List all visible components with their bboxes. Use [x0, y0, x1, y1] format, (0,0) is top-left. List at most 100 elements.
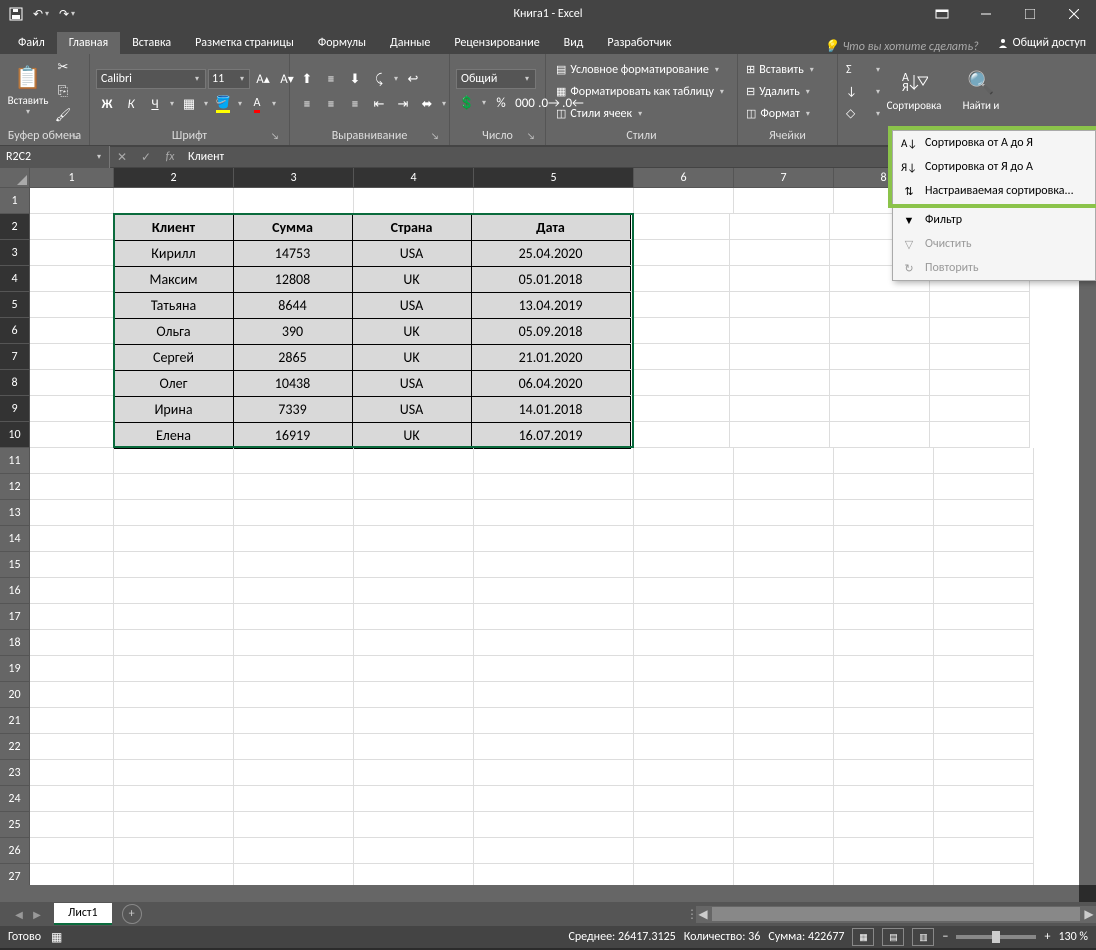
row-header[interactable]: 25: [0, 812, 30, 838]
cell[interactable]: [114, 708, 234, 734]
cell[interactable]: [114, 448, 234, 474]
format-cells-button[interactable]: ◫ Формат ▾: [744, 104, 814, 124]
cell[interactable]: 10438: [233, 370, 353, 397]
cell[interactable]: USA: [352, 396, 472, 423]
conditional-formatting-button[interactable]: ▤ Условное форматирование ▾: [552, 60, 725, 80]
cell[interactable]: [30, 630, 114, 656]
cell[interactable]: [934, 500, 1034, 526]
cell[interactable]: [834, 474, 934, 500]
row-header[interactable]: 16: [0, 578, 30, 604]
cell[interactable]: 16919: [233, 422, 353, 449]
cell[interactable]: [834, 630, 934, 656]
cell[interactable]: [114, 604, 234, 630]
cell[interactable]: 390: [233, 318, 353, 345]
number-format-selector[interactable]: Общий▾: [456, 69, 536, 89]
cell[interactable]: [634, 474, 734, 500]
view-normal-icon[interactable]: ▦: [852, 928, 874, 946]
cell[interactable]: [354, 526, 474, 552]
cell[interactable]: [234, 708, 354, 734]
cell[interactable]: [234, 552, 354, 578]
cell[interactable]: [114, 734, 234, 760]
align-top-icon[interactable]: ⬆: [296, 68, 318, 90]
cell[interactable]: [474, 604, 634, 630]
cell[interactable]: [630, 266, 730, 292]
cell[interactable]: [234, 760, 354, 786]
percent-icon[interactable]: %: [490, 92, 512, 114]
cell[interactable]: [30, 552, 114, 578]
cell[interactable]: UK: [352, 344, 472, 371]
font-color-icon[interactable]: A: [246, 93, 268, 115]
cell[interactable]: [934, 838, 1034, 864]
tab-developer[interactable]: Разработчик: [595, 32, 683, 54]
cell[interactable]: [730, 370, 830, 396]
cell[interactable]: [934, 604, 1034, 630]
cell[interactable]: 7339: [233, 396, 353, 423]
cell[interactable]: [234, 786, 354, 812]
cell[interactable]: [234, 578, 354, 604]
cell[interactable]: [474, 760, 634, 786]
cell[interactable]: [630, 318, 730, 344]
align-middle-icon[interactable]: ≡: [320, 68, 342, 90]
find-select-button[interactable]: 🔍Найти и: [960, 56, 1002, 122]
cell[interactable]: [734, 734, 834, 760]
cell[interactable]: [234, 812, 354, 838]
cut-icon[interactable]: ✂: [52, 56, 74, 78]
cell[interactable]: [354, 630, 474, 656]
row-header[interactable]: 7: [0, 344, 30, 370]
cell[interactable]: Ольга: [114, 318, 234, 345]
column-header[interactable]: 6: [634, 168, 734, 188]
row-header[interactable]: 14: [0, 526, 30, 552]
cell[interactable]: [934, 578, 1034, 604]
cell[interactable]: [114, 630, 234, 656]
row-header[interactable]: 12: [0, 474, 30, 500]
font-launcher-icon[interactable]: ↘: [269, 131, 281, 143]
fx-icon[interactable]: fx: [158, 150, 182, 165]
row-header[interactable]: 18: [0, 630, 30, 656]
cell[interactable]: [354, 734, 474, 760]
grow-font-icon[interactable]: A▴: [252, 68, 274, 90]
cell[interactable]: [734, 552, 834, 578]
cell[interactable]: [930, 344, 1030, 370]
cell[interactable]: [30, 266, 114, 292]
name-box[interactable]: R2C2▾: [0, 146, 110, 168]
cell[interactable]: [930, 422, 1030, 448]
cell[interactable]: [234, 448, 354, 474]
cell[interactable]: [930, 318, 1030, 344]
cell[interactable]: [730, 214, 830, 240]
cell[interactable]: [730, 266, 830, 292]
cell[interactable]: UK: [352, 266, 472, 293]
cell[interactable]: [354, 838, 474, 864]
cell[interactable]: [930, 292, 1030, 318]
cell[interactable]: [734, 682, 834, 708]
cell[interactable]: [730, 396, 830, 422]
cell[interactable]: [474, 812, 634, 838]
cell[interactable]: 25.04.2020: [471, 240, 631, 267]
cell[interactable]: [354, 812, 474, 838]
cell[interactable]: [354, 474, 474, 500]
cell[interactable]: Сергей: [114, 344, 234, 371]
cell[interactable]: [834, 734, 934, 760]
format-painter-icon[interactable]: 🖌: [52, 104, 74, 126]
cell[interactable]: [734, 656, 834, 682]
cell[interactable]: [734, 448, 834, 474]
cell[interactable]: [474, 786, 634, 812]
cell[interactable]: [634, 786, 734, 812]
zoom-in-icon[interactable]: +: [1044, 930, 1050, 944]
cell[interactable]: [114, 656, 234, 682]
cell[interactable]: [114, 474, 234, 500]
tab-review[interactable]: Рецензирование: [442, 32, 551, 54]
cell[interactable]: [834, 708, 934, 734]
ribbon-options-icon[interactable]: [920, 0, 964, 28]
cell[interactable]: [474, 552, 634, 578]
minimize-icon[interactable]: [964, 0, 1008, 28]
cell[interactable]: [830, 422, 930, 448]
cell[interactable]: USA: [352, 370, 472, 397]
cell[interactable]: UK: [352, 422, 472, 449]
cell[interactable]: [834, 578, 934, 604]
cell[interactable]: [234, 682, 354, 708]
zoom-out-icon[interactable]: −: [942, 930, 948, 944]
column-header[interactable]: 3: [234, 168, 354, 188]
cell[interactable]: [30, 396, 114, 422]
row-header[interactable]: 20: [0, 682, 30, 708]
menu-filter[interactable]: ▼Фильтр: [893, 208, 1095, 232]
